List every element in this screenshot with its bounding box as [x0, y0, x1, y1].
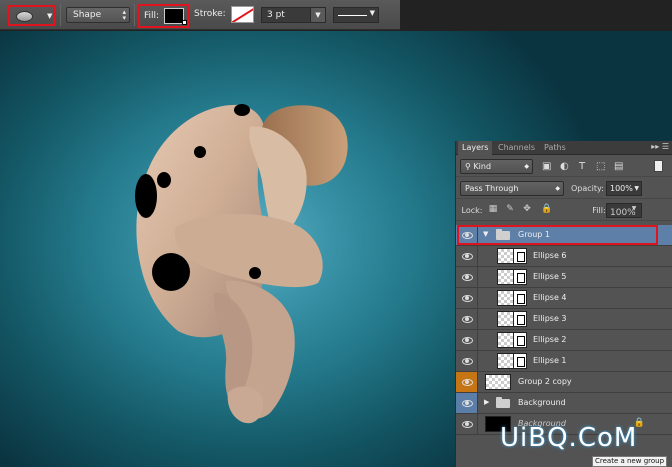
smart-object-filter-icon[interactable]: ▤ — [614, 162, 623, 172]
chevron-down-icon[interactable]: ▼ — [629, 204, 639, 214]
visibility-eye-icon[interactable] — [456, 246, 478, 266]
vector-mask-thumbnail — [513, 332, 527, 348]
opacity-field[interactable]: 100% ▼ — [606, 181, 642, 196]
selection-highlight — [457, 225, 658, 245]
layer-thumbnail — [485, 374, 511, 390]
chevron-down-icon[interactable]: ▼ — [310, 8, 325, 22]
layer-name: Ellipse 3 — [533, 314, 567, 323]
filter-toggle-icon[interactable] — [654, 160, 663, 172]
filter-kind-select[interactable]: ⚲ Kind ◆ — [460, 159, 533, 174]
ellipse-tool-icon — [16, 11, 33, 22]
vector-mask-thumbnail — [513, 248, 527, 264]
swatch-menu-icon — [182, 20, 187, 25]
lock-image-icon[interactable]: ✎ — [505, 204, 515, 214]
updown-arrows-icon: ▴ ▾ — [122, 8, 126, 22]
options-bar: ▼ Shape ▴ ▾ Fill: Stroke: 3 pt ▼ ▼ — [0, 0, 400, 30]
chevron-down-icon: ▼ — [369, 9, 375, 17]
fill-control[interactable]: Fill: — [138, 4, 189, 28]
layer-row-ellipse-4[interactable]: Ellipse 4 — [456, 288, 672, 309]
watermark-text: UiBQ.CoM — [500, 423, 638, 453]
layer-row-ellipse-3[interactable]: Ellipse 3 — [456, 309, 672, 330]
fill-label: Fill: — [144, 11, 160, 21]
visibility-eye-icon[interactable] — [456, 393, 478, 413]
tab-channels[interactable]: Channels — [494, 141, 539, 155]
collapse-arrow-icon[interactable]: ▶ — [484, 398, 489, 406]
stroke-type-select[interactable]: ▼ — [333, 7, 379, 23]
type-filter-icon[interactable]: T — [579, 162, 585, 172]
vector-mask-thumbnail — [513, 290, 527, 306]
layer-name: Group 2 copy — [518, 377, 572, 386]
visibility-eye-icon[interactable] — [456, 414, 478, 434]
layer-row-ellipse-2[interactable]: Ellipse 2 — [456, 330, 672, 351]
layer-name: Ellipse 5 — [533, 272, 567, 281]
lock-label: Lock: — [461, 206, 483, 215]
visibility-eye-icon[interactable] — [456, 288, 478, 308]
layer-row-ellipse-5[interactable]: Ellipse 5 — [456, 267, 672, 288]
vector-mask-thumbnail — [513, 311, 527, 327]
layer-row-group-2-copy[interactable]: Group 2 copy — [456, 372, 672, 393]
tooltip: Create a new group — [592, 456, 668, 467]
stroke-width-field[interactable]: 3 pt ▼ — [261, 7, 326, 23]
vector-mask-thumbnail — [513, 353, 527, 369]
layer-name: Ellipse 4 — [533, 293, 567, 302]
visibility-eye-icon[interactable] — [456, 330, 478, 350]
curled-figure — [135, 104, 348, 424]
lock-all-icon[interactable]: 🔒 — [541, 204, 552, 214]
stroke-color-swatch[interactable] — [231, 6, 254, 23]
tool-mode-select[interactable]: Shape ▴ ▾ — [66, 7, 130, 23]
layer-name: Background — [518, 398, 566, 407]
filter-kind-value: Kind — [473, 162, 492, 171]
visibility-eye-icon[interactable] — [456, 267, 478, 287]
layer-row-background-group[interactable]: ▶ Background — [456, 393, 672, 414]
layer-row-ellipse-1[interactable]: Ellipse 1 — [456, 351, 672, 372]
vector-mask-thumbnail — [513, 269, 527, 285]
tab-layers[interactable]: Layers — [458, 141, 493, 155]
updown-arrows-icon: ◆ — [524, 163, 529, 170]
layer-row-ellipse-6[interactable]: Ellipse 6 — [456, 246, 672, 267]
layer-name: Ellipse 6 — [533, 251, 567, 260]
chevron-down-icon: ▼ — [47, 12, 53, 20]
adjustment-filter-icon[interactable]: ◐ — [560, 162, 569, 172]
tool-preset-picker[interactable]: ▼ — [8, 5, 55, 26]
filter-row: ⚲ Kind ◆ ▣ ◐ T ⬚ ▤ — [456, 156, 672, 177]
layer-name: Ellipse 2 — [533, 335, 567, 344]
visibility-eye-icon[interactable] — [456, 351, 478, 371]
pixel-filter-icon[interactable]: ▣ — [542, 162, 551, 172]
updown-arrows-icon: ◆ — [555, 185, 560, 192]
fill-field[interactable]: 100% ▼ — [606, 203, 642, 218]
blend-mode-value: Pass Through — [465, 184, 519, 193]
visibility-eye-icon[interactable] — [456, 372, 478, 392]
tool-mode-value: Shape — [73, 10, 102, 20]
layer-name: Ellipse 1 — [533, 356, 567, 365]
panel-menu-icon[interactable]: ▸▸ ☰ — [651, 142, 669, 151]
lock-position-icon[interactable]: ✥ — [522, 204, 532, 214]
opacity-label: Opacity: — [571, 184, 604, 193]
layers-panel: Layers Channels Paths ▸▸ ☰ ⚲ Kind ◆ ▣ ◐ … — [455, 141, 672, 467]
fill-value: 100% — [610, 208, 636, 218]
panel-tabs: Layers Channels Paths ▸▸ ☰ — [456, 141, 672, 155]
visibility-eye-icon[interactable] — [456, 309, 478, 329]
blend-row: Pass Through ◆ Opacity: 100% ▼ — [456, 178, 672, 199]
lock-row: Lock: ▦ ✎ ✥ 🔒 Fill: 100% ▼ — [456, 200, 672, 221]
tab-paths[interactable]: Paths — [540, 141, 570, 155]
folder-icon — [496, 397, 510, 408]
shape-filter-icon[interactable]: ⬚ — [596, 162, 605, 172]
chevron-down-icon[interactable]: ▼ — [634, 182, 639, 195]
stroke-label: Stroke: — [194, 9, 226, 19]
separator — [60, 4, 61, 26]
blend-mode-select[interactable]: Pass Through ◆ — [460, 181, 564, 196]
lock-transparency-icon[interactable]: ▦ — [488, 204, 498, 214]
opacity-value: 100% — [610, 184, 633, 193]
separator — [134, 4, 135, 26]
stroke-width-value: 3 pt — [267, 10, 285, 20]
fill-color-swatch[interactable] — [164, 8, 184, 24]
